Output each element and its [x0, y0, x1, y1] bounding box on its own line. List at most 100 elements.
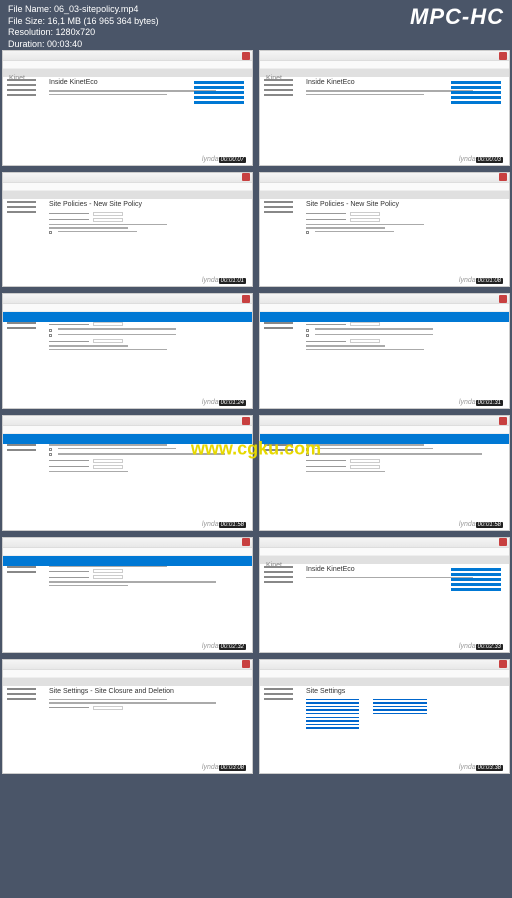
left-nav	[264, 566, 300, 640]
content-area	[49, 322, 246, 396]
address-bar	[3, 670, 252, 678]
thumbnail-frame[interactable]: lynda00:01:31	[259, 293, 510, 409]
ribbon-bar	[260, 678, 509, 686]
page-title: Site Settings - Site Closure and Deletio…	[49, 688, 246, 695]
content-area	[306, 322, 503, 396]
ribbon-bar	[260, 191, 509, 199]
left-nav	[264, 688, 300, 762]
suite-bar	[260, 434, 509, 444]
brand-watermark: lynda00:00:03	[459, 156, 503, 163]
content-area: Site Policies - New Site Policy	[306, 201, 503, 275]
ribbon-bar	[3, 69, 252, 77]
close-icon	[242, 538, 250, 546]
window-titlebar	[3, 416, 252, 426]
ribbon-bar	[3, 191, 252, 199]
address-bar	[3, 548, 252, 556]
timecode: 00:02:32	[219, 644, 246, 650]
thumbnail-frame[interactable]: lynda00:01:24	[2, 293, 253, 409]
content-area: Site Settings	[306, 688, 503, 762]
document-list	[451, 81, 501, 106]
player-logo: MPC-HC	[410, 4, 504, 30]
window-titlebar	[3, 173, 252, 183]
ribbon-bar	[260, 69, 509, 77]
content-area: Site Policies - New Site Policy	[49, 201, 246, 275]
resolution-label: Resolution:	[8, 27, 53, 37]
close-icon	[242, 173, 250, 181]
document-list	[451, 568, 501, 593]
brand-watermark: lynda00:02:32	[202, 643, 246, 650]
left-nav	[264, 444, 300, 518]
window-titlebar	[260, 416, 509, 426]
content-area	[49, 444, 246, 518]
window-titlebar	[260, 660, 509, 670]
suite-bar	[260, 312, 509, 322]
timecode: 00:00:07	[219, 157, 246, 163]
document-list	[194, 81, 244, 106]
page-title: Site Policies - New Site Policy	[306, 201, 503, 208]
brand-watermark: lynda00:01:08	[459, 277, 503, 284]
ribbon-bar	[3, 678, 252, 686]
brand-watermark: lynda00:03:08	[202, 764, 246, 771]
filename-label: File Name:	[8, 4, 52, 14]
close-icon	[242, 295, 250, 303]
left-nav	[7, 444, 43, 518]
thumbnail-frame[interactable]: Site Settings - Site Closure and Deletio…	[2, 659, 253, 775]
thumbnail-grid: Kinet Inside KinetEco lynda00:00:07 Kine…	[2, 50, 510, 896]
window-titlebar	[3, 660, 252, 670]
window-titlebar	[260, 538, 509, 548]
close-icon	[499, 173, 507, 181]
left-nav	[7, 79, 43, 153]
thumbnail-frame[interactable]: Site Policies - New Site Policy lynda00:…	[2, 172, 253, 288]
address-bar	[260, 548, 509, 556]
address-bar	[3, 304, 252, 312]
thumbnail-frame[interactable]: Site Settings lynda00:03:38	[259, 659, 510, 775]
duration-label: Duration:	[8, 39, 45, 49]
timecode: 00:01:24	[219, 400, 246, 406]
address-bar	[3, 426, 252, 434]
window-titlebar	[3, 538, 252, 548]
left-nav	[7, 566, 43, 640]
brand-watermark: lynda00:01:24	[202, 399, 246, 406]
window-titlebar	[3, 294, 252, 304]
thumbnail-frame[interactable]: lynda00:01:58	[2, 415, 253, 531]
brand-watermark: lynda00:00:07	[202, 156, 246, 163]
timecode: 00:03:38	[476, 765, 503, 771]
brand-watermark: lynda00:01:01	[202, 277, 246, 284]
window-titlebar	[260, 173, 509, 183]
close-icon	[499, 660, 507, 668]
thumbnail-frame[interactable]: lynda00:01:58	[259, 415, 510, 531]
address-bar	[260, 61, 509, 69]
left-nav	[264, 79, 300, 153]
suite-bar	[3, 556, 252, 566]
timecode: 00:01:08	[476, 278, 503, 284]
thumbnail-frame[interactable]: Site Policies - New Site Policy lynda00:…	[259, 172, 510, 288]
thumbnail-frame[interactable]: Kinet Inside KinetEco lynda00:00:07	[2, 50, 253, 166]
brand-watermark: lynda00:02:33	[459, 643, 503, 650]
close-icon	[499, 417, 507, 425]
address-bar	[3, 61, 252, 69]
thumbnail-frame[interactable]: Kinet Inside KinetEco lynda00:00:03	[259, 50, 510, 166]
timecode: 00:01:31	[476, 400, 503, 406]
close-icon	[242, 660, 250, 668]
thumbnail-frame[interactable]: lynda00:02:32	[2, 537, 253, 653]
address-bar	[260, 304, 509, 312]
duration-value: 00:03:40	[47, 39, 82, 49]
suite-bar	[3, 312, 252, 322]
close-icon	[242, 417, 250, 425]
content-area: Site Settings - Site Closure and Deletio…	[49, 688, 246, 762]
address-bar	[260, 183, 509, 191]
page-title: Site Settings	[306, 688, 503, 695]
timecode: 00:01:58	[219, 522, 246, 528]
thumbnail-frame[interactable]: Kinet Inside KinetEco lynda00:02:33	[259, 537, 510, 653]
close-icon	[499, 538, 507, 546]
left-nav	[7, 201, 43, 275]
close-icon	[499, 295, 507, 303]
window-titlebar	[260, 294, 509, 304]
timecode: 00:03:08	[219, 765, 246, 771]
page-title: Site Policies - New Site Policy	[49, 201, 246, 208]
left-nav	[7, 688, 43, 762]
timecode: 00:00:03	[476, 157, 503, 163]
brand-watermark: lynda00:01:58	[202, 521, 246, 528]
ribbon-bar	[260, 556, 509, 564]
timecode: 00:01:01	[219, 278, 246, 284]
